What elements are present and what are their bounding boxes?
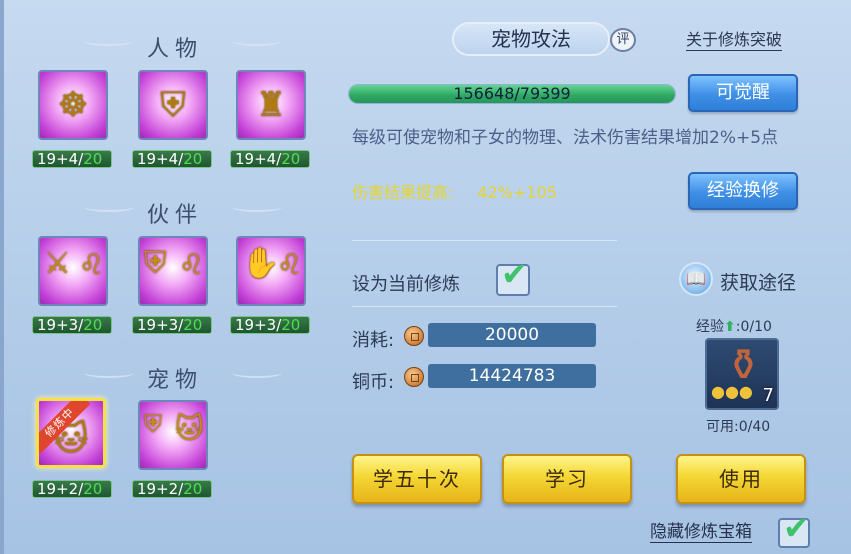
hide-chest-label: 隐藏修炼宝箱 bbox=[650, 522, 752, 543]
meditating-figure-icon: ☸ bbox=[57, 85, 89, 125]
cat-icon: 🐱 bbox=[174, 412, 204, 445]
skill-level: 19+3/20 bbox=[230, 316, 310, 334]
effect-label: 伤害结果提高: bbox=[352, 183, 454, 202]
effect-value: 42%+105 bbox=[477, 183, 557, 202]
palm-icon: ✋ bbox=[242, 246, 280, 281]
exp-label: 经验⬆:0/10 bbox=[696, 319, 772, 335]
cost-label: 消耗: bbox=[352, 330, 395, 351]
skill-title: 宠物攻法 bbox=[452, 22, 610, 56]
skill-partner-3[interactable]: ✋ ♌ bbox=[236, 236, 306, 306]
title-swirl-right bbox=[232, 368, 282, 378]
skill-level: 19+4/20 bbox=[132, 150, 212, 168]
skill-people-1[interactable]: ☸ bbox=[38, 70, 108, 140]
shield-icon: ⛨ bbox=[144, 410, 162, 438]
use-button[interactable]: 使用 bbox=[676, 454, 806, 504]
book-icon[interactable]: 📖 bbox=[679, 262, 713, 296]
skill-level: 19+4/20 bbox=[32, 150, 112, 168]
shield-warrior-icon: ⛨ bbox=[160, 85, 186, 125]
skill-pet-2[interactable]: ⛨ 🐱 bbox=[138, 400, 208, 470]
divider bbox=[352, 306, 617, 307]
lion-icon: ♌ bbox=[276, 248, 302, 281]
shield-icon: ⛨ bbox=[144, 246, 167, 281]
exp-item-slot[interactable]: ⚱ ●●● 7 bbox=[705, 338, 779, 410]
skill-partner-2[interactable]: ⛨ ♌ bbox=[138, 236, 208, 306]
skill-pet-1[interactable]: 🐱 修炼中 bbox=[36, 398, 106, 468]
coins-value: 14424783 bbox=[428, 364, 596, 388]
checkmark-icon: ✔ bbox=[783, 509, 810, 547]
lion-icon: ♌ bbox=[78, 248, 104, 281]
exp-exchange-button[interactable]: 经验换修 bbox=[688, 172, 798, 210]
section-title-partners: 伙伴 bbox=[146, 203, 203, 228]
lion-icon: ♌ bbox=[178, 248, 204, 281]
available-label: 可用:0/40 bbox=[706, 419, 771, 435]
skill-level: 19+2/20 bbox=[32, 480, 112, 498]
skill-description: 每级可使宠物和子女的物理、法术伤害结果增加2%+5点 bbox=[352, 128, 779, 148]
set-current-checkbox[interactable]: ✔ bbox=[496, 258, 530, 296]
up-arrow-icon: ⬆ bbox=[724, 319, 736, 335]
coin-icon bbox=[404, 367, 424, 387]
item-count: 7 bbox=[762, 385, 774, 406]
skill-level: 19+3/20 bbox=[32, 316, 112, 334]
armored-warrior-icon: ♜ bbox=[255, 85, 287, 125]
skill-people-3[interactable]: ♜ bbox=[236, 70, 306, 140]
breakthrough-link[interactable]: 关于修炼突破 bbox=[686, 30, 783, 51]
coin-icon bbox=[404, 326, 424, 346]
coins-label: 铜币: bbox=[352, 372, 395, 393]
set-current-label: 设为当前修炼 bbox=[352, 274, 460, 295]
hide-chest-checkbox[interactable]: ✔ bbox=[778, 512, 810, 548]
checkmark-icon: ✔ bbox=[501, 255, 528, 293]
awaken-button[interactable]: 可觉醒 bbox=[688, 74, 798, 112]
experience-progress-bar: 156648/79399 bbox=[348, 84, 676, 104]
skill-list: 人物 ☸ 19+4/20 ⛨ 19+4/20 ♜ 19+4/20 伙伴 ⚔ ♌ … bbox=[0, 0, 330, 554]
learn-button[interactable]: 学习 bbox=[502, 454, 632, 504]
section-title-pets: 宠物 bbox=[146, 368, 203, 393]
section-title-people: 人物 bbox=[146, 37, 203, 62]
skill-level: 19+2/20 bbox=[132, 480, 212, 498]
title-swirl-right bbox=[232, 36, 282, 46]
cost-value: 20000 bbox=[428, 323, 596, 347]
title-swirl-right bbox=[232, 202, 282, 212]
rate-button[interactable]: 评 bbox=[610, 28, 636, 52]
effect-line: 伤害结果提高: 42%+105 bbox=[352, 179, 557, 203]
gold-coins-icon: ●●● bbox=[711, 382, 753, 401]
skill-level: 19+3/20 bbox=[132, 316, 212, 334]
progress-text: 156648/79399 bbox=[453, 84, 571, 103]
skill-level: 19+4/20 bbox=[230, 150, 310, 168]
divider bbox=[352, 240, 617, 241]
skill-partner-1[interactable]: ⚔ ♌ bbox=[38, 236, 108, 306]
obtain-link[interactable]: 获取途径 bbox=[720, 268, 796, 295]
learn-fifty-button[interactable]: 学五十次 bbox=[352, 454, 482, 504]
skill-people-2[interactable]: ⛨ bbox=[138, 70, 208, 140]
sword-icon: ⚔ bbox=[44, 246, 71, 281]
